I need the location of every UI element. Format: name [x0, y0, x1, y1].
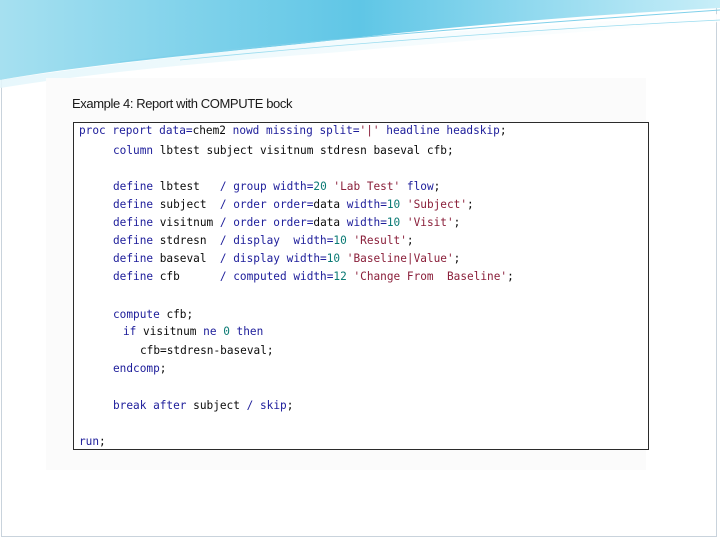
code-token: ne [203, 325, 217, 338]
code-token: ; [286, 399, 294, 412]
code-token: '|' [359, 124, 380, 137]
code-token: endcomp [113, 362, 160, 375]
code-token: 'Result' [346, 234, 407, 247]
code-token: width= [346, 216, 387, 229]
code-token: ; [99, 435, 106, 448]
code-token: / display width= [219, 252, 327, 265]
code-token: ; [433, 180, 441, 193]
code-token: headline headskip [379, 124, 500, 137]
code-token: data= [152, 124, 193, 137]
code-token: 10 [386, 216, 401, 229]
code-token: proc report [79, 124, 153, 137]
code-line-6: define stdresn / display width=10 'Resul… [113, 234, 414, 248]
code-line-4: define subject / order order=data width=… [113, 198, 474, 212]
code-token: lbtest [153, 180, 220, 193]
code-token: 20 [313, 180, 327, 193]
code-token: subject [153, 198, 220, 211]
code-line-7: define baseval / display width=10 'Basel… [113, 252, 460, 266]
code-line-1: proc report data=chem2 nowd missing spli… [79, 124, 507, 138]
code-token: subject [186, 399, 247, 412]
code-line-11: cfb=stdresn-baseval; [140, 344, 274, 358]
code-line-13: break after subject / skip; [113, 399, 293, 413]
code-token: define [113, 270, 154, 283]
code-token: / group width= [219, 180, 314, 193]
code-token: run [79, 435, 100, 448]
code-line-2: column lbtest subject visitnum stdresn b… [113, 144, 454, 158]
code-token: ; [453, 252, 461, 265]
code-token: visitnum [136, 325, 204, 338]
code-token: if [123, 325, 137, 338]
code-token: ; [159, 362, 167, 375]
code-token: 'Change From Baseline' [346, 270, 508, 283]
code-token: / computed width= [219, 270, 334, 283]
code-token: / order order= [219, 216, 314, 229]
code-token: 'Lab Test' [326, 180, 401, 193]
code-token: define [113, 252, 154, 265]
code-token: chem2 [192, 124, 233, 137]
code-token: column [113, 144, 154, 157]
code-token: / skip [246, 399, 287, 412]
code-token: 'Subject' [400, 198, 468, 211]
code-token: 10 [333, 234, 347, 247]
code-line-3: define lbtest / group width=20 'Lab Test… [113, 180, 440, 194]
code-token: ; [467, 198, 474, 211]
code-token: ; [499, 124, 507, 137]
code-token: nowd missing split= [232, 124, 360, 137]
code-token: visitnum [153, 216, 220, 229]
code-token: define [113, 234, 154, 247]
code-token: baseval [153, 252, 220, 265]
example-title: Example 4: Report with COMPUTE bock [72, 96, 293, 111]
code-token: stdresn [153, 234, 220, 247]
code-token: cfb [153, 270, 220, 283]
code-token: 'Visit' [400, 216, 454, 229]
code-token: lbtest subject visitnum stdresn baseval … [153, 144, 454, 157]
code-token: ; [406, 234, 414, 247]
code-token: width= [346, 198, 387, 211]
code-token: then [229, 325, 264, 338]
code-line-9: compute cfb; [113, 308, 193, 322]
code-line-10: if visitnum ne 0 then [123, 325, 263, 339]
code-token: 0 [216, 325, 230, 338]
code-token: data [313, 198, 347, 211]
code-token: break after [113, 399, 187, 412]
code-token: ; [507, 270, 514, 283]
code-token: 10 [326, 252, 341, 265]
code-token: cfb; [159, 308, 194, 321]
code-token: / order order= [219, 198, 314, 211]
code-token: define [113, 216, 154, 229]
code-line-12: endcomp; [113, 362, 166, 376]
code-token: flow [400, 180, 434, 193]
code-token: 12 [333, 270, 347, 283]
code-token: data [313, 216, 347, 229]
code-line-8: define cfb / computed width=12 'Change F… [113, 270, 514, 284]
code-line-14: run; [79, 435, 106, 449]
code-token: ; [453, 216, 461, 229]
code-token: compute [113, 308, 160, 321]
code-token: 'Baseline|Value' [340, 252, 454, 265]
code-line-5: define visitnum / order order=data width… [113, 216, 460, 230]
code-token: / display width= [219, 234, 334, 247]
code-token: 10 [386, 198, 401, 211]
code-token: cfb=stdresn-baseval; [140, 344, 274, 357]
code-token: define [113, 198, 154, 211]
code-token: define [113, 180, 154, 193]
